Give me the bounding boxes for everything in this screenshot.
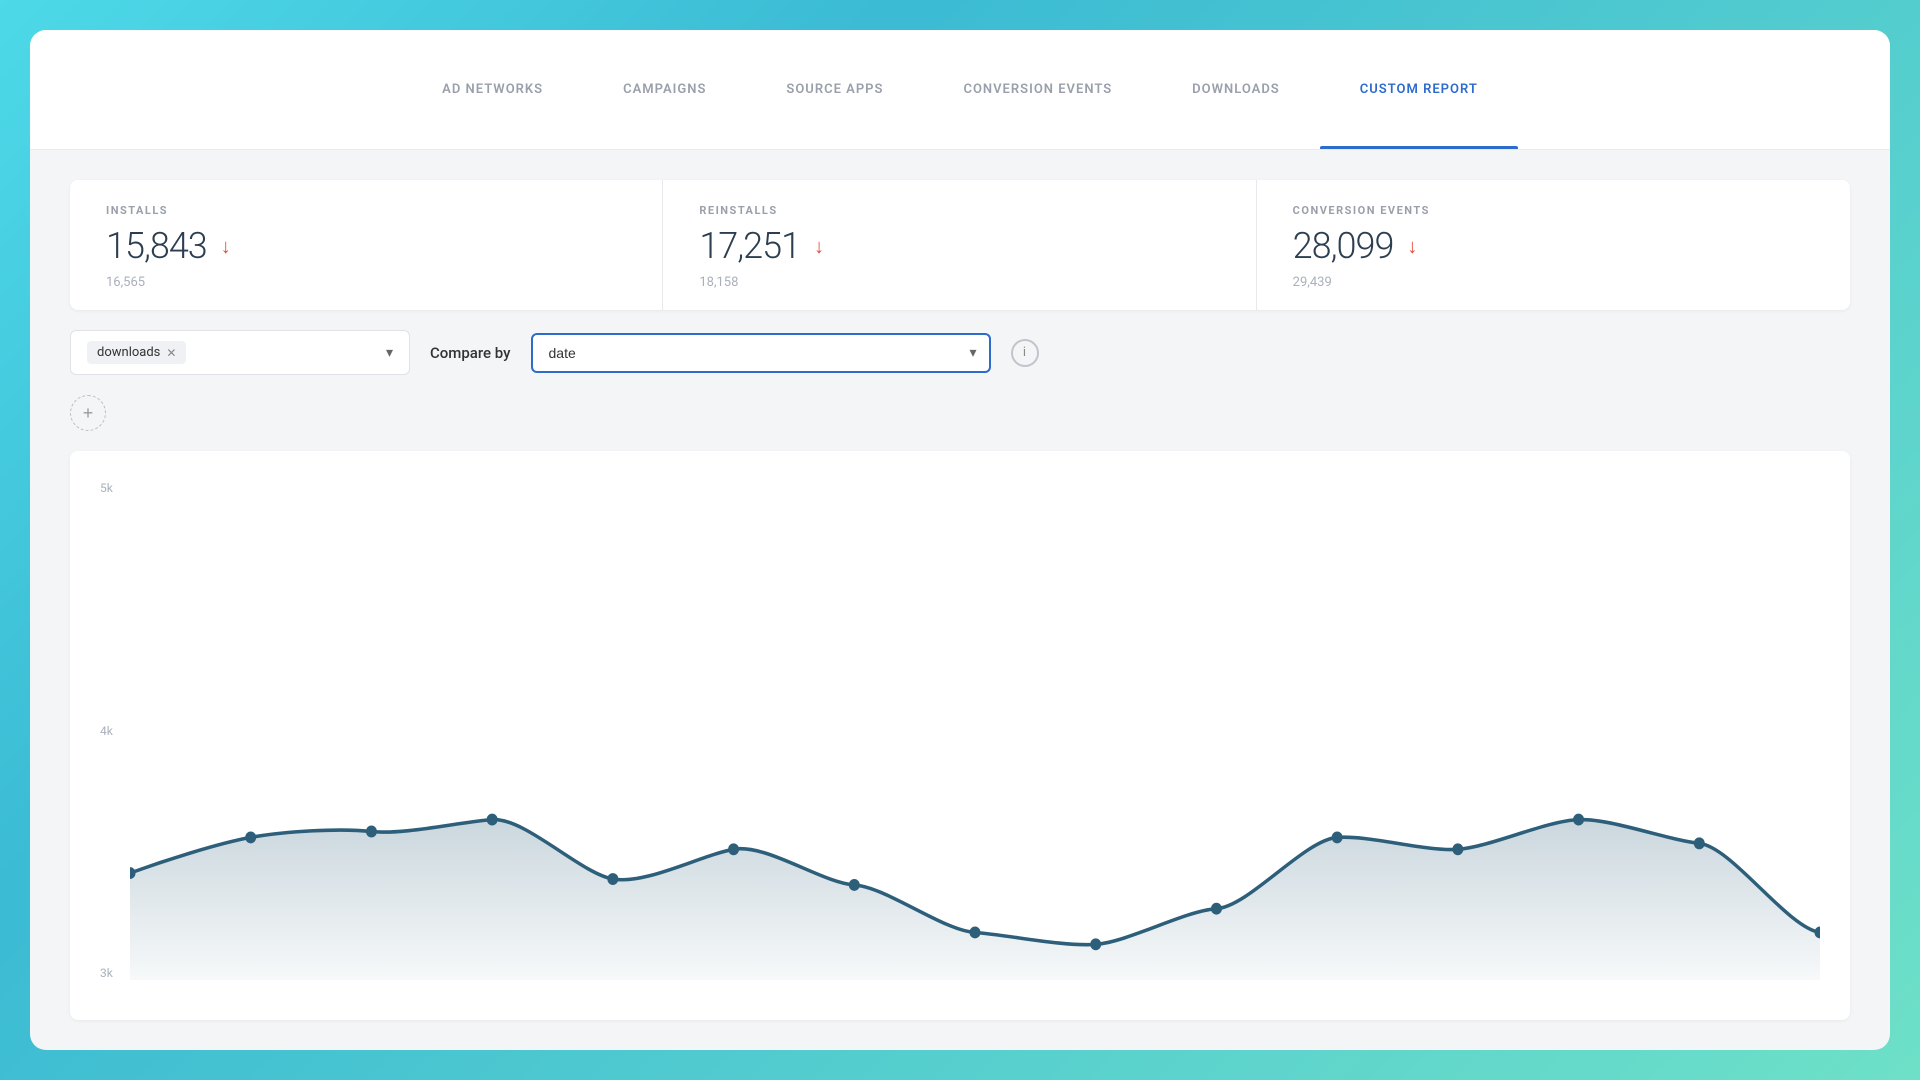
chart-svg-wrap bbox=[130, 481, 1820, 980]
chart-point bbox=[849, 879, 860, 891]
info-icon[interactable]: i bbox=[1011, 339, 1039, 367]
tab-conversion-events[interactable]: CONVERSION EVENTS bbox=[923, 30, 1152, 149]
chart-y-label-5k: 5k bbox=[100, 481, 113, 495]
installs-label: INSTALLS bbox=[106, 204, 626, 217]
nav-tabs: AD NETWORKS CAMPAIGNS SOURCE APPS CONVER… bbox=[402, 30, 1518, 149]
chart-point bbox=[607, 873, 618, 885]
metric-selector[interactable]: downloads ✕ ▾ bbox=[70, 330, 410, 375]
chart-point bbox=[1090, 938, 1101, 950]
reinstalls-value-row: 17,251 ↓ bbox=[699, 225, 1219, 267]
tab-ad-networks[interactable]: AD NETWORKS bbox=[402, 30, 583, 149]
chart-point bbox=[1452, 843, 1463, 855]
installs-value: 15,843 bbox=[106, 225, 207, 267]
chart-point bbox=[245, 831, 256, 843]
app-window: AD NETWORKS CAMPAIGNS SOURCE APPS CONVER… bbox=[30, 30, 1890, 1050]
tab-campaigns[interactable]: CAMPAIGNS bbox=[583, 30, 746, 149]
stats-row: INSTALLS 15,843 ↓ 16,565 REINSTALLS 17,2… bbox=[70, 180, 1850, 310]
chart-area-fill bbox=[130, 820, 1820, 980]
stat-conversion-events: CONVERSION EVENTS 28,099 ↓ 29,439 bbox=[1257, 180, 1850, 310]
metric-selector-chevron-icon: ▾ bbox=[386, 345, 393, 361]
nav-bar: AD NETWORKS CAMPAIGNS SOURCE APPS CONVER… bbox=[30, 30, 1890, 150]
tab-custom-report[interactable]: CUSTOM REPORT bbox=[1320, 30, 1518, 149]
main-content: INSTALLS 15,843 ↓ 16,565 REINSTALLS 17,2… bbox=[30, 150, 1890, 1050]
chart-area: 5k 4k 3k bbox=[70, 451, 1850, 1020]
chart-point bbox=[1573, 814, 1584, 826]
installs-previous: 16,565 bbox=[106, 275, 626, 290]
reinstalls-value: 17,251 bbox=[699, 225, 800, 267]
reinstalls-label: REINSTALLS bbox=[699, 204, 1219, 217]
add-metric-row: + bbox=[70, 395, 1850, 431]
installs-trend-icon: ↓ bbox=[221, 236, 231, 256]
compare-input-wrap: ▾ bbox=[531, 333, 991, 373]
conversion-events-previous: 29,439 bbox=[1293, 275, 1814, 290]
chart-y-labels: 5k 4k 3k bbox=[100, 481, 113, 980]
conversion-events-trend-icon: ↓ bbox=[1407, 236, 1417, 256]
chart-point bbox=[970, 927, 981, 939]
tab-source-apps[interactable]: SOURCE APPS bbox=[746, 30, 923, 149]
chart-point bbox=[1211, 903, 1222, 915]
controls-row: downloads ✕ ▾ Compare by ▾ i bbox=[70, 330, 1850, 375]
add-metric-button[interactable]: + bbox=[70, 395, 106, 431]
chart-point bbox=[487, 814, 498, 826]
chart-point bbox=[366, 826, 377, 838]
conversion-events-value: 28,099 bbox=[1293, 225, 1394, 267]
chart-point bbox=[1694, 837, 1705, 849]
stat-installs: INSTALLS 15,843 ↓ 16,565 bbox=[70, 180, 663, 310]
conversion-events-label: CONVERSION EVENTS bbox=[1293, 204, 1814, 217]
reinstalls-previous: 18,158 bbox=[699, 275, 1219, 290]
chart-point bbox=[728, 843, 739, 855]
metric-tag: downloads ✕ bbox=[87, 341, 186, 364]
remove-metric-button[interactable]: ✕ bbox=[166, 346, 176, 360]
reinstalls-trend-icon: ↓ bbox=[814, 236, 824, 256]
stat-reinstalls: REINSTALLS 17,251 ↓ 18,158 bbox=[663, 180, 1256, 310]
compare-by-input[interactable] bbox=[531, 333, 991, 373]
conversion-events-value-row: 28,099 ↓ bbox=[1293, 225, 1814, 267]
chart-y-label-3k: 3k bbox=[100, 966, 113, 980]
tab-downloads[interactable]: DOWNLOADS bbox=[1152, 30, 1320, 149]
chart-point bbox=[1332, 831, 1343, 843]
chart-svg bbox=[130, 481, 1820, 980]
installs-value-row: 15,843 ↓ bbox=[106, 225, 626, 267]
compare-by-label: Compare by bbox=[430, 344, 511, 362]
chart-y-label-4k: 4k bbox=[100, 724, 113, 738]
